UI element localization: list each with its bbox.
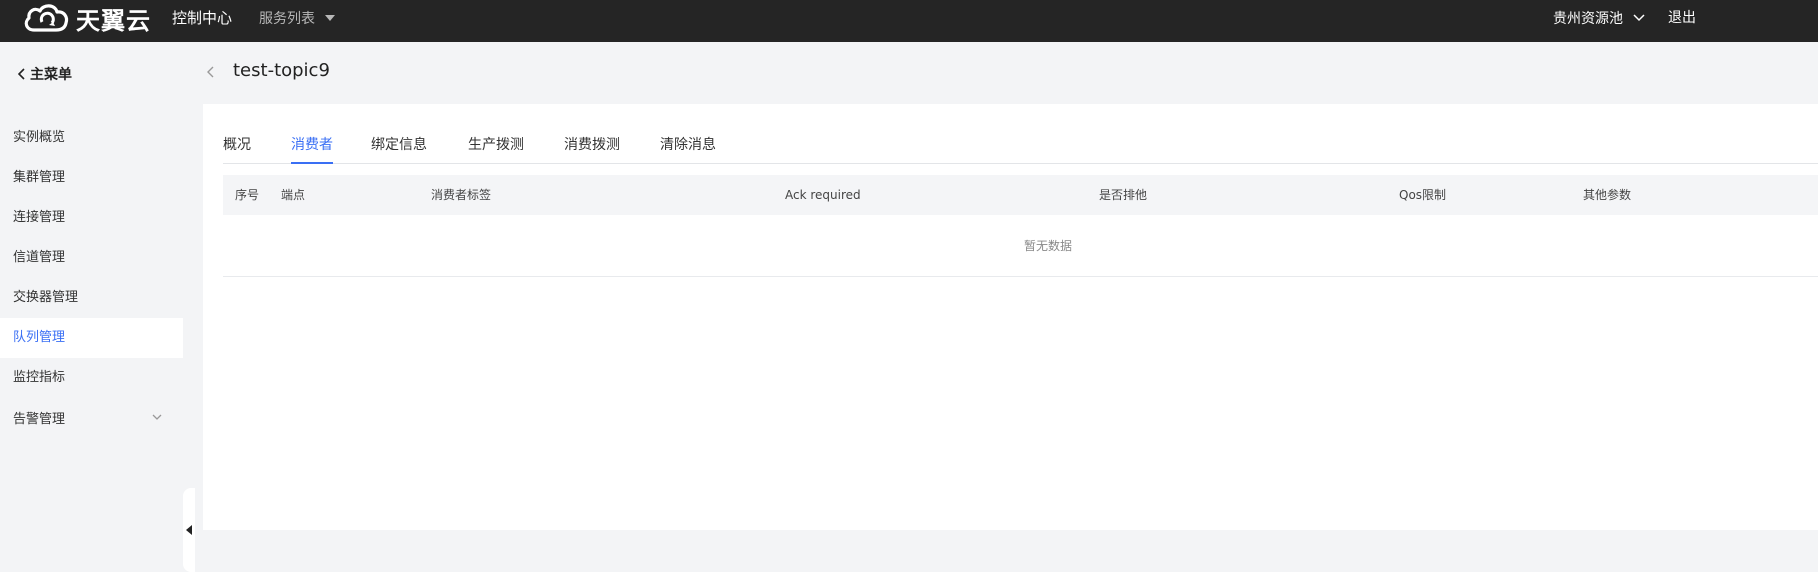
page-header: test-topic9 (195, 42, 1818, 104)
sidebar-item-exchange-management[interactable]: 交换器管理 (0, 278, 183, 318)
logout-link[interactable]: 退出 (1668, 0, 1696, 36)
console-link[interactable]: 控制中心 (172, 0, 232, 36)
sidebar-item-label: 监控指标 (13, 370, 66, 385)
brand-name: 天翼云 (76, 6, 151, 35)
column-header-consumer-tag: 消费者标签 (431, 188, 492, 202)
back-to-main-menu[interactable]: 主菜单 (18, 62, 72, 86)
sidebar: 主菜单 实例概览 集群管理 连接管理 信道管理 交换器管理 队列管理 监控指标 … (0, 42, 195, 572)
column-header-index: 序号 (235, 188, 260, 202)
chevron-down-icon (1633, 14, 1645, 22)
page-title: test-topic9 (233, 60, 330, 81)
sidebar-item-label: 队列管理 (13, 330, 66, 345)
column-header-exclusive: 是否排他 (1099, 188, 1148, 202)
tab-overview[interactable]: 概况 (223, 134, 251, 164)
tab-produce-dial-test[interactable]: 生产拨测 (468, 134, 524, 164)
table-empty-row: 暂无数据 (223, 215, 1818, 277)
column-header-qos-limit: Qos限制 (1399, 188, 1447, 202)
tab-consumers[interactable]: 消费者 (291, 134, 333, 164)
region-label: 贵州资源池 (1553, 11, 1623, 27)
sidebar-item-monitoring-metrics[interactable]: 监控指标 (0, 358, 183, 398)
content-card: 概况 消费者 绑定信息 生产拨测 消费拨测 清除消息 序号 端点 消费者标签 A… (203, 104, 1818, 530)
back-to-main-menu-label: 主菜单 (30, 67, 72, 83)
sidebar-item-instance-overview[interactable]: 实例概览 (0, 118, 183, 158)
tab-binding-info[interactable]: 绑定信息 (371, 134, 427, 164)
sidebar-item-label: 连接管理 (13, 210, 66, 225)
tab-consume-dial-test[interactable]: 消费拨测 (564, 134, 620, 164)
sidebar-collapse-handle[interactable] (183, 488, 195, 572)
sidebar-item-channel-management[interactable]: 信道管理 (0, 238, 183, 278)
service-list-label: 服务列表 (259, 11, 315, 27)
sidebar-item-label: 信道管理 (13, 250, 66, 265)
sidebar-item-label: 实例概览 (13, 130, 66, 145)
sidebar-item-label: 交换器管理 (13, 290, 79, 305)
empty-state-text: 暂无数据 (1023, 239, 1072, 253)
chevron-left-icon (18, 68, 25, 80)
back-arrow-icon[interactable] (207, 66, 215, 78)
column-header-other-params: 其他参数 (1583, 188, 1632, 202)
brand-logo[interactable]: 天翼云 (22, 0, 151, 36)
cloud-logo-icon (24, 4, 69, 32)
collapse-left-icon (186, 525, 192, 535)
chevron-down-icon (152, 414, 162, 420)
service-list-dropdown[interactable]: 服务列表 (259, 0, 335, 36)
sidebar-item-label: 告警管理 (13, 412, 66, 427)
caret-down-icon (325, 15, 335, 21)
tab-clear-messages[interactable]: 清除消息 (660, 134, 716, 164)
column-header-endpoint: 端点 (281, 188, 306, 202)
top-navigation-bar: 天翼云 控制中心 服务列表 贵州资源池 退出 (0, 0, 1818, 42)
sidebar-item-connection-management[interactable]: 连接管理 (0, 198, 183, 238)
region-selector[interactable]: 贵州资源池 (1553, 0, 1645, 36)
column-header-ack-required: Ack required (785, 188, 861, 202)
tab-bar: 概况 消费者 绑定信息 生产拨测 消费拨测 清除消息 (223, 128, 1818, 164)
sidebar-item-label: 集群管理 (13, 170, 66, 185)
sidebar-item-queue-management[interactable]: 队列管理 (0, 318, 183, 358)
sidebar-item-alarm-management[interactable]: 告警管理 (0, 400, 183, 440)
sidebar-item-cluster-management[interactable]: 集群管理 (0, 158, 183, 198)
table-header: 序号 端点 消费者标签 Ack required 是否排他 Qos限制 其他参数 (223, 175, 1818, 215)
